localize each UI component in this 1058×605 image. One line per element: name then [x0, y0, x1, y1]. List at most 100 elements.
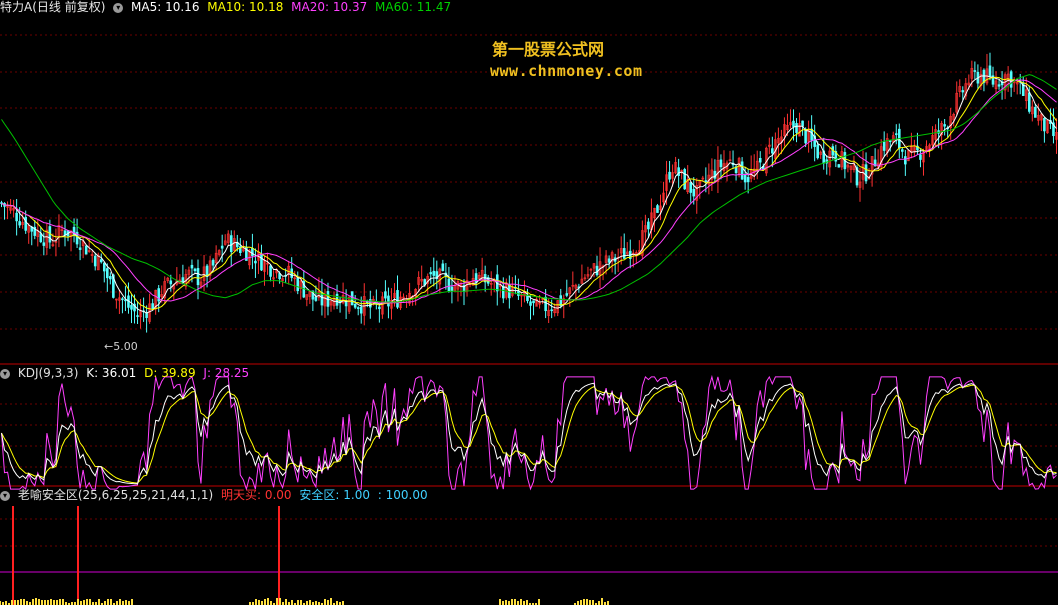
candle-body-127	[384, 291, 387, 299]
candle-body-265	[801, 120, 804, 127]
chevron-down-icon[interactable]: ▾	[0, 368, 10, 379]
candle-body-217	[656, 205, 659, 213]
candle-body-266	[804, 128, 807, 144]
candle-body-340	[1027, 92, 1031, 112]
candle-body-5	[15, 212, 18, 222]
kdj-lines	[1, 374, 1057, 491]
candle-body-56	[169, 280, 173, 285]
kdj-k: K: 36.01	[86, 366, 137, 380]
ma10-label: MA10: 10.18	[207, 0, 284, 14]
candle-body-128	[387, 295, 390, 307]
candle-body-148	[447, 278, 451, 291]
chevron-down-icon[interactable]: ▾	[113, 2, 124, 13]
kdj-name[interactable]: KDJ(9,3,3)	[18, 366, 79, 380]
candle-body-146	[441, 263, 445, 271]
candle-body-73	[220, 245, 224, 249]
safe-zone-name[interactable]: 老喻安全区(25,6,25,25,21,44,1,1)	[18, 488, 213, 502]
candle-body-312	[943, 124, 946, 127]
ma5-line	[1, 75, 1057, 314]
candle-body-255	[771, 148, 774, 154]
candle-body-76	[229, 235, 233, 253]
candle-body-286	[864, 164, 868, 182]
candle-body-229	[692, 188, 696, 197]
candle-body-327	[988, 65, 992, 77]
candle-body-270	[816, 144, 819, 159]
candle-body-182	[550, 309, 553, 312]
watermark-title: 第一股票公式网	[492, 40, 605, 59]
candle-body-35	[106, 268, 109, 279]
candle-body-89	[269, 265, 272, 277]
candle-body-292	[882, 141, 886, 151]
candles	[0, 52, 1058, 333]
candle-body-214	[647, 221, 650, 230]
candle-body-104	[314, 296, 318, 301]
candle-body-149	[450, 286, 454, 292]
candle-body-166	[502, 285, 505, 299]
ma-lines	[1, 74, 1057, 314]
candle-body-26	[78, 247, 82, 250]
candle-body-224	[677, 167, 680, 176]
candle-body-142	[429, 272, 433, 275]
candle-body-228	[689, 182, 693, 193]
safe-zone-layer	[0, 506, 1058, 605]
candle-body-119	[359, 306, 363, 314]
candle-body-125	[378, 306, 381, 310]
candle-body-13	[39, 233, 43, 243]
candle-body-36	[109, 276, 112, 280]
candle-body-176	[532, 300, 535, 304]
kdj-d: D: 39.89	[144, 366, 196, 380]
candle-body-28	[84, 245, 88, 255]
candle-body-187	[565, 293, 569, 296]
candle-body-98	[296, 277, 300, 292]
candle-body-34	[102, 262, 106, 272]
candle-body-330	[997, 84, 1001, 87]
candle-body-221	[668, 171, 671, 180]
chevron-down-icon[interactable]: ▾	[0, 490, 10, 501]
candle-body-6	[18, 221, 21, 226]
safe-zone-value: 安全区: 1.00	[299, 488, 370, 502]
candle-body-131	[396, 290, 399, 308]
ma60-label: MA60: 11.47	[375, 0, 452, 14]
watermark-url: www.chnmoney.com	[490, 62, 643, 80]
candle-body-143	[432, 270, 436, 276]
candle-body-318	[961, 90, 965, 93]
candle-body-345	[1043, 117, 1046, 132]
candle-body-64	[193, 268, 197, 272]
candle-body-14	[42, 242, 46, 246]
candle-body-296	[894, 133, 898, 135]
candle-body-294	[888, 140, 892, 142]
candle-body-206	[622, 248, 626, 259]
stock-title[interactable]: 特力A(日线 前复权)	[0, 0, 105, 14]
candle-body-33	[99, 259, 103, 263]
low-price-value: 5.00	[113, 340, 138, 353]
candle-body-63	[190, 264, 194, 269]
kdj-header: ▾ KDJ(9,3,3) K: 36.01 D: 39.89 J: 28.25	[0, 366, 253, 380]
candle-body-277	[837, 164, 841, 168]
candle-body-50	[151, 303, 154, 310]
candle-body-298	[901, 149, 904, 152]
ma5-label: MA5: 10.16	[131, 0, 200, 14]
chart-canvas	[0, 34, 1058, 605]
candle-body-116	[350, 291, 354, 306]
safe-hundred-value: : 100.00	[377, 488, 428, 502]
candle-body-86	[260, 253, 263, 271]
candle-body-263	[795, 123, 798, 133]
candle-body-233	[704, 180, 708, 182]
main-header: 特力A(日线 前复权) ▾ MA5: 10.16 MA10: 10.18 MA2…	[0, 0, 455, 14]
candle-body-197	[595, 265, 599, 276]
candle-body-43	[130, 304, 133, 310]
candle-body-65	[196, 268, 200, 286]
candle-body-299	[904, 156, 907, 165]
candle-body-262	[792, 120, 795, 127]
candle-body-304	[919, 154, 922, 160]
ma20-label: MA20: 10.37	[291, 0, 368, 14]
candle-body-185	[559, 295, 563, 307]
candle-body-117	[353, 303, 357, 308]
ma10-line	[1, 76, 1057, 311]
candle-body-238	[719, 159, 723, 168]
candle-body-247	[746, 177, 750, 183]
candle-body-174	[526, 295, 529, 302]
candle-body-83	[251, 248, 254, 257]
low-price-marker: ←5.00	[104, 340, 138, 353]
candle-body-226	[683, 169, 686, 190]
